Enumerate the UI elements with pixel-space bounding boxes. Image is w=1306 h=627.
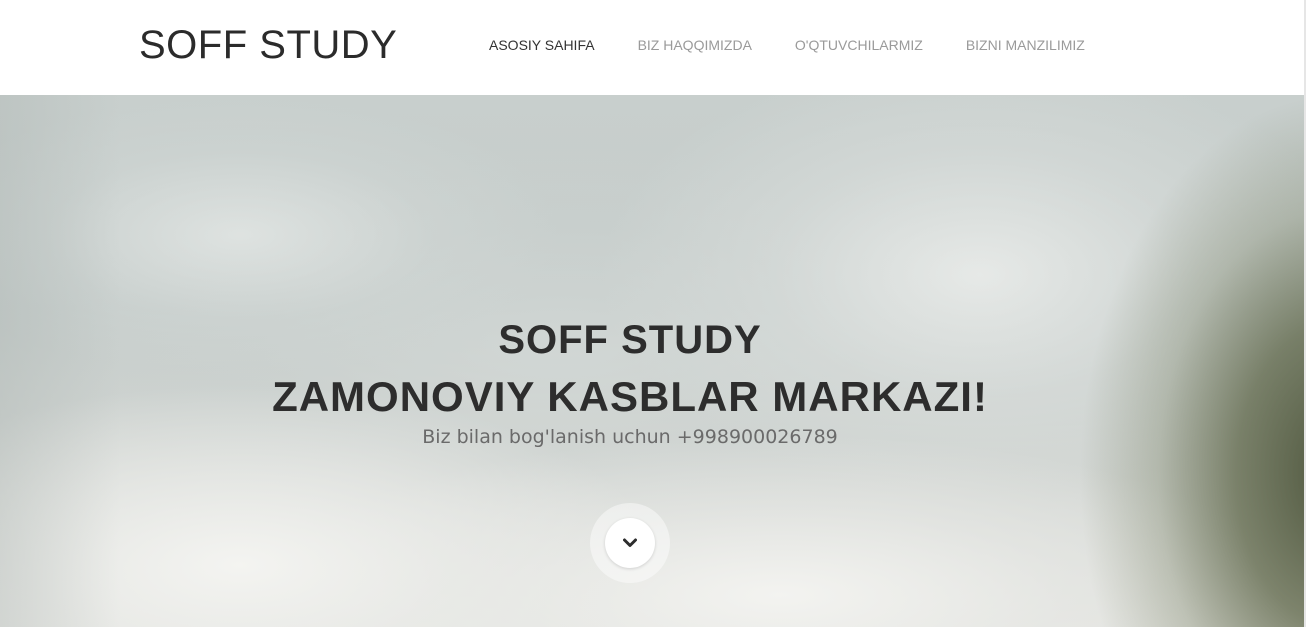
chevron-down-icon <box>623 538 637 547</box>
nav-menu: ASOSIY SAHIFA BIZ HAQQIMIZDA O'QTUVCHILA… <box>489 37 1085 55</box>
nav-item-about: BIZ HAQQIMIZDA <box>638 37 752 55</box>
scroll-down-inner[interactable] <box>605 518 655 568</box>
hero-heading: ZAMONOVIY KASBLAR MARKAZI! <box>272 373 988 420</box>
nav-link-address[interactable]: BIZNI MANZILIMIZ <box>966 37 1085 53</box>
nav-item-address: BIZNI MANZILIMIZ <box>966 37 1085 55</box>
nav-link-teachers[interactable]: O'QTUVCHILARMIZ <box>795 37 923 53</box>
hero-section: SOFF STUDY ZAMONOVIY KASBLAR MARKAZI! Bi… <box>0 95 1304 627</box>
hero-content: SOFF STUDY ZAMONOVIY KASBLAR MARKAZI! Bi… <box>0 95 1260 627</box>
navbar: SOFF STUDY ASOSIY SAHIFA BIZ HAQQIMIZDA … <box>0 0 1306 95</box>
scroll-down-button[interactable] <box>590 503 670 583</box>
nav-link-home[interactable]: ASOSIY SAHIFA <box>489 37 595 53</box>
brand-logo-link[interactable]: SOFF STUDY <box>139 22 397 68</box>
nav-item-home: ASOSIY SAHIFA <box>489 37 595 55</box>
hero-subtitle: Biz bilan bog'lanish uchun +998900026789 <box>422 426 838 448</box>
hero-title: SOFF STUDY <box>498 318 762 362</box>
nav-item-teachers: O'QTUVCHILARMIZ <box>795 37 923 55</box>
nav-link-about[interactable]: BIZ HAQQIMIZDA <box>638 37 752 53</box>
